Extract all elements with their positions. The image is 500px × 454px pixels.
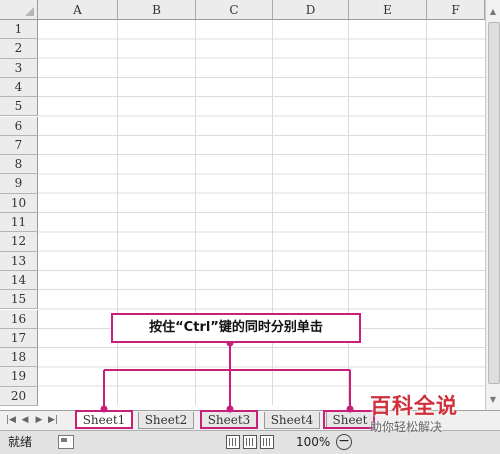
spreadsheet-window: A B C D E F 1 2 3 4 5 6 7 8 9 10 11 12 1… <box>0 0 500 454</box>
instruction-callout: 按住“Ctrl”键的同时分别单击 <box>111 313 361 343</box>
connector-dot-sheet1 <box>100 405 108 413</box>
connector-dot-sheet5 <box>346 405 354 413</box>
annotation-overlay <box>75 339 375 429</box>
watermark-title: 百科全说 <box>370 394 458 418</box>
highlight-box-sheet5 <box>323 410 375 429</box>
watermark: 百科全说 助你轻松解决 <box>370 393 495 449</box>
connector-dot-sheet3 <box>226 405 234 413</box>
highlight-box-sheet1 <box>75 410 133 429</box>
watermark-subtitle: 助你轻松解决 <box>370 420 443 434</box>
highlight-box-sheet3 <box>200 410 258 429</box>
